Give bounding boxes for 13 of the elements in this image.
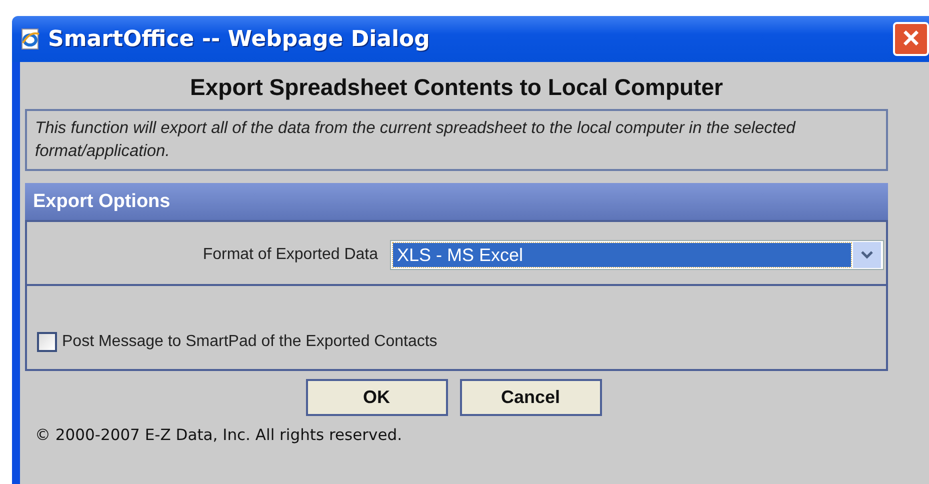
window-title: SmartOffice -- Webpage Dialog	[48, 26, 431, 52]
copyright-text: © 2000-2007 E-Z Data, Inc. All rights reserved.	[35, 426, 403, 444]
section-title: Export Options	[33, 190, 170, 212]
close-button[interactable]: ×	[893, 22, 929, 56]
checkbox[interactable]	[37, 332, 57, 352]
format-label: Format of Exported Data	[202, 246, 378, 264]
dialog-heading: Export Spreadsheet Contents to Local Computer	[189, 74, 724, 101]
browser-icon	[20, 28, 42, 50]
cancel-button[interactable]: Cancel	[460, 379, 602, 416]
checkbox-label[interactable]: Post Message to SmartPad of the Exported Contacts	[62, 333, 438, 351]
format-dropdown[interactable]: XLS - MS Excel	[390, 240, 884, 270]
ok-button[interactable]: OK	[306, 379, 448, 416]
description-text: This function will export all of the data from the current spreadsheet to the local computer in the selected format/application.	[35, 118, 797, 162]
